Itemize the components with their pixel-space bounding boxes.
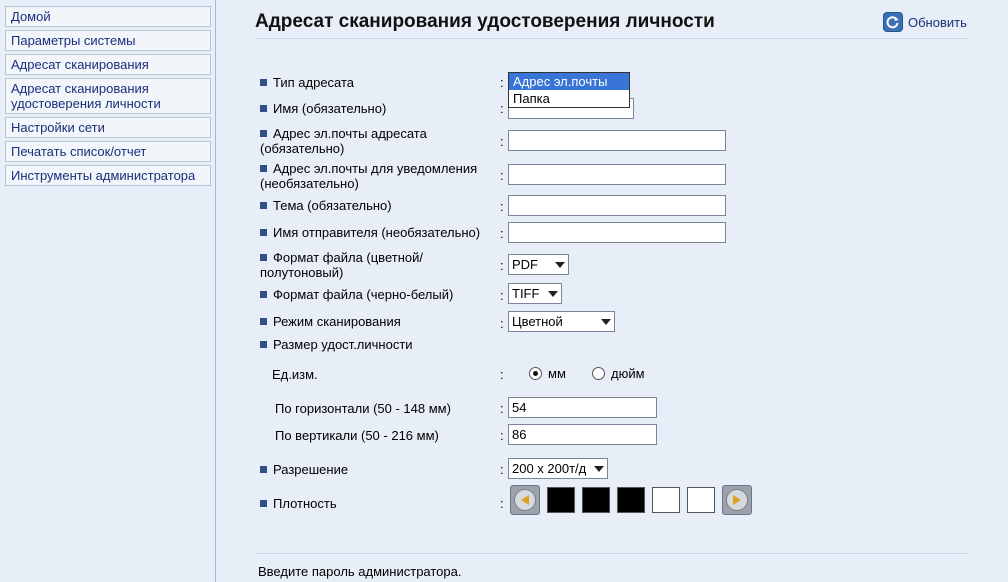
bullet-icon [260, 291, 267, 298]
unit-label: Ед.изм. [272, 367, 318, 382]
colon: : [500, 75, 504, 90]
chevron-down-icon [555, 261, 565, 268]
bullet-icon [260, 165, 267, 172]
admin-password-prompt: Введите пароль администратора. [258, 564, 462, 579]
unit-mm-radio[interactable] [529, 367, 542, 380]
horizontal-label: По горизонтали (50 - 148 мм) [275, 401, 451, 416]
dest-email-input[interactable] [508, 130, 726, 151]
sidebar-item-print-list-report[interactable]: Печатать список/отчет [5, 141, 211, 162]
name-label: Имя (обязательно) [260, 101, 386, 116]
density-level [652, 487, 680, 513]
colon: : [500, 288, 504, 303]
id-size-label: Размер удост.личности [260, 337, 413, 352]
colon: : [500, 316, 504, 331]
colon: : [500, 258, 504, 273]
bullet-icon [260, 130, 267, 137]
arrow-left-icon [521, 495, 529, 505]
dest-type-label: Тип адресата [260, 75, 354, 90]
bullet-icon [260, 341, 267, 348]
subject-label: Тема (обязательно) [260, 198, 392, 213]
density-level [617, 487, 645, 513]
format-bw-label: Формат файла (черно-белый) [260, 287, 453, 302]
format-bw-select[interactable]: TIFF [508, 283, 562, 304]
density-control [510, 485, 752, 515]
sidebar-item-id-scan-destination[interactable]: Адресат сканирования удостоверения лично… [5, 78, 211, 114]
bullet-icon [260, 105, 267, 112]
subject-input[interactable] [508, 195, 726, 216]
colon: : [500, 101, 504, 116]
dest-type-option-email[interactable]: Адрес эл.почты [509, 73, 629, 90]
scan-mode-select[interactable]: Цветной [508, 311, 615, 332]
format-color-select[interactable]: PDF [508, 254, 569, 275]
colon: : [500, 462, 504, 477]
notify-email-label: Адрес эл.почты для уведомления (необязат… [260, 161, 478, 191]
density-decrease-button[interactable] [510, 485, 540, 515]
bullet-icon [260, 229, 267, 236]
chevron-down-icon [601, 318, 611, 325]
sidebar-item-network-settings[interactable]: Настройки сети [5, 117, 211, 138]
resolution-select[interactable]: 200 x 200т/д [508, 458, 608, 479]
density-label: Плотность [260, 496, 337, 511]
vertical-input[interactable] [508, 424, 657, 445]
sidebar: Домой Параметры системы Адресат сканиров… [0, 0, 216, 582]
bullet-icon [260, 500, 267, 507]
format-color-label: Формат файла (цветной/полутоновый) [260, 250, 423, 280]
sender-input[interactable] [508, 222, 726, 243]
bullet-icon [260, 254, 267, 261]
sidebar-item-home[interactable]: Домой [5, 6, 211, 27]
chevron-down-icon [548, 290, 558, 297]
sidebar-item-scan-destination[interactable]: Адресат сканирования [5, 54, 211, 75]
sidebar-item-system-settings[interactable]: Параметры системы [5, 30, 211, 51]
bullet-icon [260, 79, 267, 86]
notify-email-input[interactable] [508, 164, 726, 185]
scan-mode-label: Режим сканирования [260, 314, 401, 329]
colon: : [500, 168, 504, 183]
unit-inch-option[interactable]: дюйм [592, 366, 645, 381]
horizontal-input[interactable] [508, 397, 657, 418]
sidebar-item-admin-tools[interactable]: Инструменты администратора [5, 165, 211, 186]
dest-email-label: Адрес эл.почты адресата (обязательно) [260, 126, 427, 156]
colon: : [500, 199, 504, 214]
colon: : [500, 134, 504, 149]
footer-divider [257, 553, 967, 554]
page-title: Адресат сканирования удостоверения лично… [255, 11, 715, 32]
colon: : [500, 496, 504, 511]
bullet-icon [260, 202, 267, 209]
arrow-right-icon [733, 495, 741, 505]
dest-type-dropdown[interactable]: Адрес эл.почты Папка [508, 72, 630, 108]
sender-label: Имя отправителя (необязательно) [260, 225, 480, 240]
bullet-icon [260, 318, 267, 325]
unit-inch-radio[interactable] [592, 367, 605, 380]
refresh-button[interactable]: Обновить [883, 12, 967, 32]
density-level [687, 487, 715, 513]
main-content: Адресат сканирования удостоверения лично… [217, 0, 1008, 582]
density-level [547, 487, 575, 513]
unit-mm-option[interactable]: мм [529, 366, 566, 381]
chevron-down-icon [594, 465, 604, 472]
colon: : [500, 401, 504, 416]
density-level [582, 487, 610, 513]
dest-type-option-folder[interactable]: Папка [509, 90, 629, 107]
refresh-icon [883, 12, 903, 32]
bullet-icon [260, 466, 267, 473]
resolution-label: Разрешение [260, 462, 348, 477]
colon: : [500, 367, 504, 382]
colon: : [500, 428, 504, 443]
vertical-label: По вертикали (50 - 216 мм) [275, 428, 439, 443]
colon: : [500, 226, 504, 241]
title-divider [257, 38, 967, 39]
refresh-label: Обновить [908, 14, 967, 30]
density-increase-button[interactable] [722, 485, 752, 515]
